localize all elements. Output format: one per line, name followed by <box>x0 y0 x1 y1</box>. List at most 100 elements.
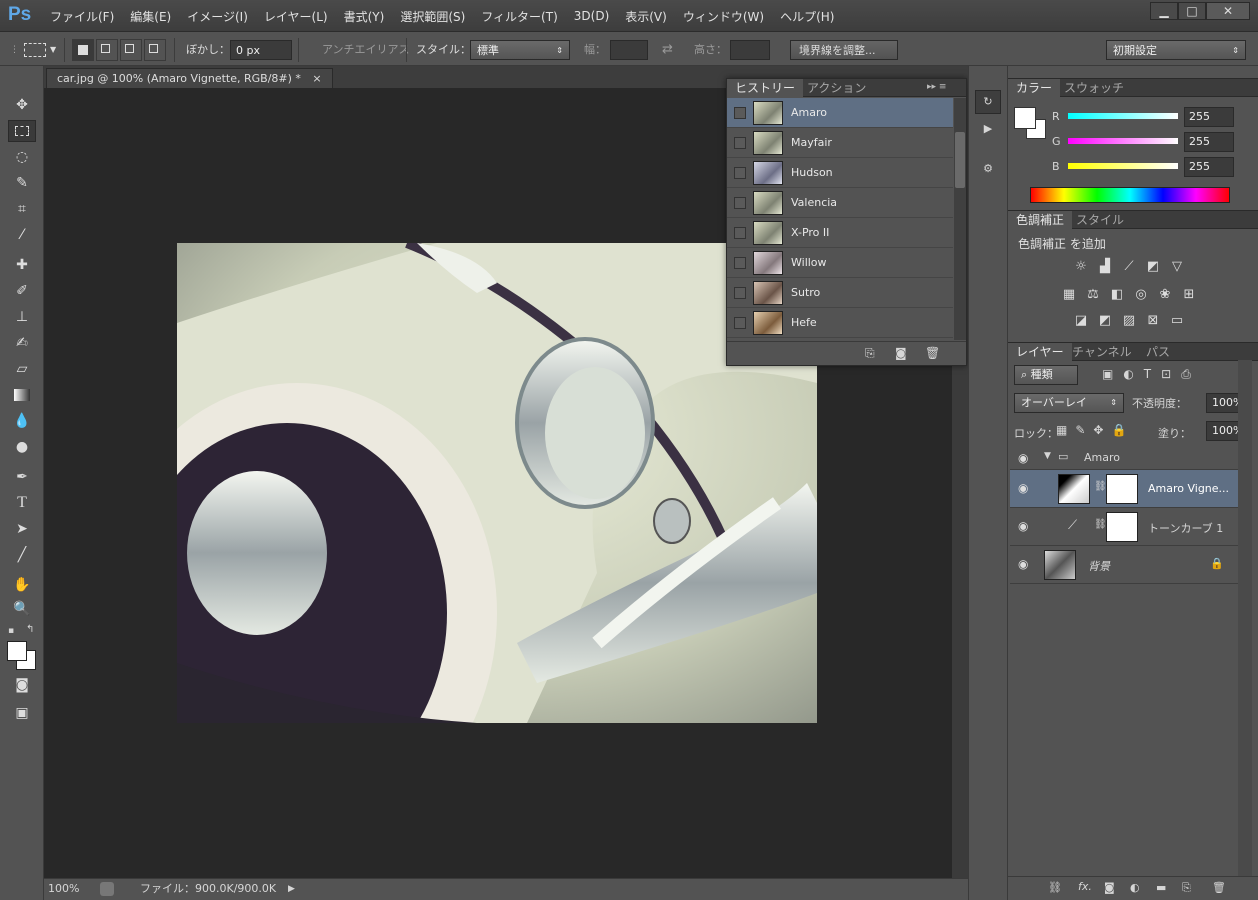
camera-icon[interactable]: ◙ <box>895 346 907 360</box>
layer-filter-icons[interactable]: ▣◐T⊡⎙ <box>1102 367 1201 382</box>
eye-icon[interactable]: ◉ <box>1018 481 1028 495</box>
fx-icon[interactable]: fx. <box>1078 880 1092 893</box>
close-tab-icon[interactable]: × <box>312 72 321 85</box>
brightness-icon[interactable]: ☼ <box>1072 259 1090 275</box>
width-input[interactable] <box>610 40 648 60</box>
mask-thumbnail[interactable] <box>1106 474 1138 504</box>
threshold-icon[interactable]: ▨ <box>1120 313 1138 329</box>
add-selection-icon[interactable] <box>96 39 118 61</box>
history-item[interactable]: Sutro <box>727 278 953 308</box>
levels-icon[interactable]: ▟ <box>1096 259 1114 275</box>
height-input[interactable] <box>730 40 770 60</box>
b-value[interactable]: 255 <box>1184 157 1234 177</box>
delete-layer-icon[interactable]: 🗑 <box>1212 881 1226 894</box>
layer-row-selected[interactable]: ◉ ⛓ Amaro Vigne... <box>1010 470 1238 508</box>
menu-3d[interactable]: 3D(D) <box>566 9 617 23</box>
line-tool-icon[interactable]: ╱ <box>8 544 36 566</box>
history-item[interactable]: Mayfair <box>727 128 953 158</box>
status-icon[interactable] <box>100 882 114 896</box>
layers-scrollbar[interactable] <box>1238 360 1252 880</box>
swap-icon[interactable]: ⇄ <box>662 40 673 60</box>
layer-row[interactable]: ◉ ⟋ ⛓ トーンカーブ 1 <box>1010 508 1238 546</box>
g-value[interactable]: 255 <box>1184 132 1234 152</box>
crop-tool-icon[interactable]: ⌗ <box>8 198 36 220</box>
menu-layer[interactable]: レイヤー(L) <box>256 8 336 25</box>
marquee-tool-icon[interactable] <box>8 120 36 142</box>
r-slider[interactable] <box>1068 113 1178 119</box>
quick-select-tool-icon[interactable]: ✎ <box>8 172 36 194</box>
brush-tool-icon[interactable]: ✐ <box>8 280 36 302</box>
menu-filter[interactable]: フィルター(T) <box>473 8 565 25</box>
tab-channels[interactable]: チャンネル <box>1064 343 1140 361</box>
selective-color-icon[interactable]: ⊠ <box>1144 313 1162 329</box>
hue-sat-icon[interactable]: ▦ <box>1060 287 1078 303</box>
eye-icon[interactable]: ◉ <box>1018 519 1028 533</box>
blend-mode-select[interactable]: オーバーレイ ⇕ <box>1014 393 1124 413</box>
mask-thumbnail[interactable] <box>1106 512 1138 542</box>
workspace-select[interactable]: 初期設定 ⇕ <box>1106 40 1246 60</box>
curves-icon[interactable]: ⟋ <box>1120 259 1138 275</box>
menu-window[interactable]: ウィンドウ(W) <box>675 8 772 25</box>
new-document-icon[interactable]: ⎘ <box>865 346 875 361</box>
quick-mask-icon[interactable]: ◙ <box>8 674 36 696</box>
r-value[interactable]: 255 <box>1184 107 1234 127</box>
menu-edit[interactable]: 編集(E) <box>122 8 179 25</box>
history-scrollbar[interactable] <box>954 98 966 340</box>
bw-icon[interactable]: ◧ <box>1108 287 1126 303</box>
tab-actions[interactable]: アクション <box>799 79 874 97</box>
eye-icon[interactable]: ◉ <box>1018 451 1028 465</box>
screen-mode-icon[interactable]: ▣ <box>8 702 36 724</box>
chevron-down-icon[interactable]: ▼ <box>50 40 56 60</box>
refine-edge-button[interactable]: 境界線を調整... <box>790 40 898 60</box>
expand-icon[interactable]: ▼ <box>1044 451 1051 461</box>
style-select[interactable]: 標準 ⇕ <box>470 40 570 60</box>
zoom-tool-icon[interactable]: 🔍 <box>8 598 36 620</box>
menu-type[interactable]: 書式(Y) <box>336 8 393 25</box>
close-button[interactable]: ✕ <box>1206 2 1250 20</box>
add-mask-icon[interactable]: ◙ <box>1104 881 1115 894</box>
actions-play-icon[interactable]: ▶ <box>975 118 1001 142</box>
history-item[interactable]: Hefe <box>727 308 953 338</box>
properties-icon[interactable]: ⚙ <box>975 158 1001 182</box>
path-select-icon[interactable]: ➤ <box>8 518 36 540</box>
document-image[interactable] <box>177 243 817 723</box>
healing-brush-icon[interactable]: ✚ <box>8 254 36 276</box>
layer-filter-select[interactable]: ⌕ 種類 <box>1014 365 1078 385</box>
color-lookup-icon[interactable]: ⊞ <box>1180 287 1198 303</box>
new-layer-icon[interactable]: ⎘ <box>1182 881 1191 895</box>
vibrance-icon[interactable]: ▽ <box>1168 259 1186 275</box>
menu-select[interactable]: 選択範囲(S) <box>392 8 473 25</box>
tab-styles[interactable]: スタイル <box>1068 211 1132 229</box>
zoom-level[interactable]: 100% <box>48 879 79 899</box>
eye-icon[interactable]: ◉ <box>1018 557 1028 571</box>
color-balance-icon[interactable]: ⚖ <box>1084 287 1102 303</box>
history-item[interactable]: Hudson <box>727 158 953 188</box>
history-dock-icon[interactable]: ↻ <box>975 90 1001 114</box>
document-tab[interactable]: car.jpg @ 100% (Amaro Vignette, RGB/8#) … <box>46 68 333 88</box>
tab-adjustments[interactable]: 色調補正 <box>1008 211 1073 229</box>
b-slider[interactable] <box>1068 163 1178 169</box>
feather-input[interactable]: 0 px <box>230 40 292 60</box>
history-item[interactable]: X-Pro II <box>727 218 953 248</box>
posterize-icon[interactable]: ◩ <box>1096 313 1114 329</box>
foreground-color-swatch[interactable] <box>7 641 27 661</box>
gradient-map-icon[interactable]: ▭ <box>1168 313 1186 329</box>
trash-icon[interactable]: 🗑 <box>925 346 940 360</box>
gradient-tool-icon[interactable] <box>8 384 36 406</box>
history-item[interactable]: Valencia <box>727 188 953 218</box>
opacity-input[interactable]: 100% <box>1206 393 1243 413</box>
tab-swatches[interactable]: スウォッチ <box>1056 79 1132 97</box>
layer-row[interactable]: ◉ 背景 🔒 <box>1010 546 1238 584</box>
history-item[interactable]: Willow <box>727 248 953 278</box>
layer-group-row[interactable]: ◉ ▼ ▭ Amaro <box>1010 446 1238 470</box>
exposure-icon[interactable]: ◩ <box>1144 259 1162 275</box>
default-colors-icon[interactable]: ▪ <box>8 626 14 636</box>
g-slider[interactable] <box>1068 138 1178 144</box>
tab-layers[interactable]: レイヤー <box>1008 343 1072 361</box>
eyedropper-tool-icon[interactable]: ⁄ <box>8 224 36 246</box>
dodge-tool-icon[interactable]: ● <box>8 436 36 458</box>
eraser-tool-icon[interactable]: ▱ <box>8 358 36 380</box>
swap-colors-icon[interactable]: ↰ <box>26 624 34 635</box>
menu-file[interactable]: ファイル(F) <box>42 8 122 25</box>
color-ramp[interactable] <box>1030 187 1230 203</box>
